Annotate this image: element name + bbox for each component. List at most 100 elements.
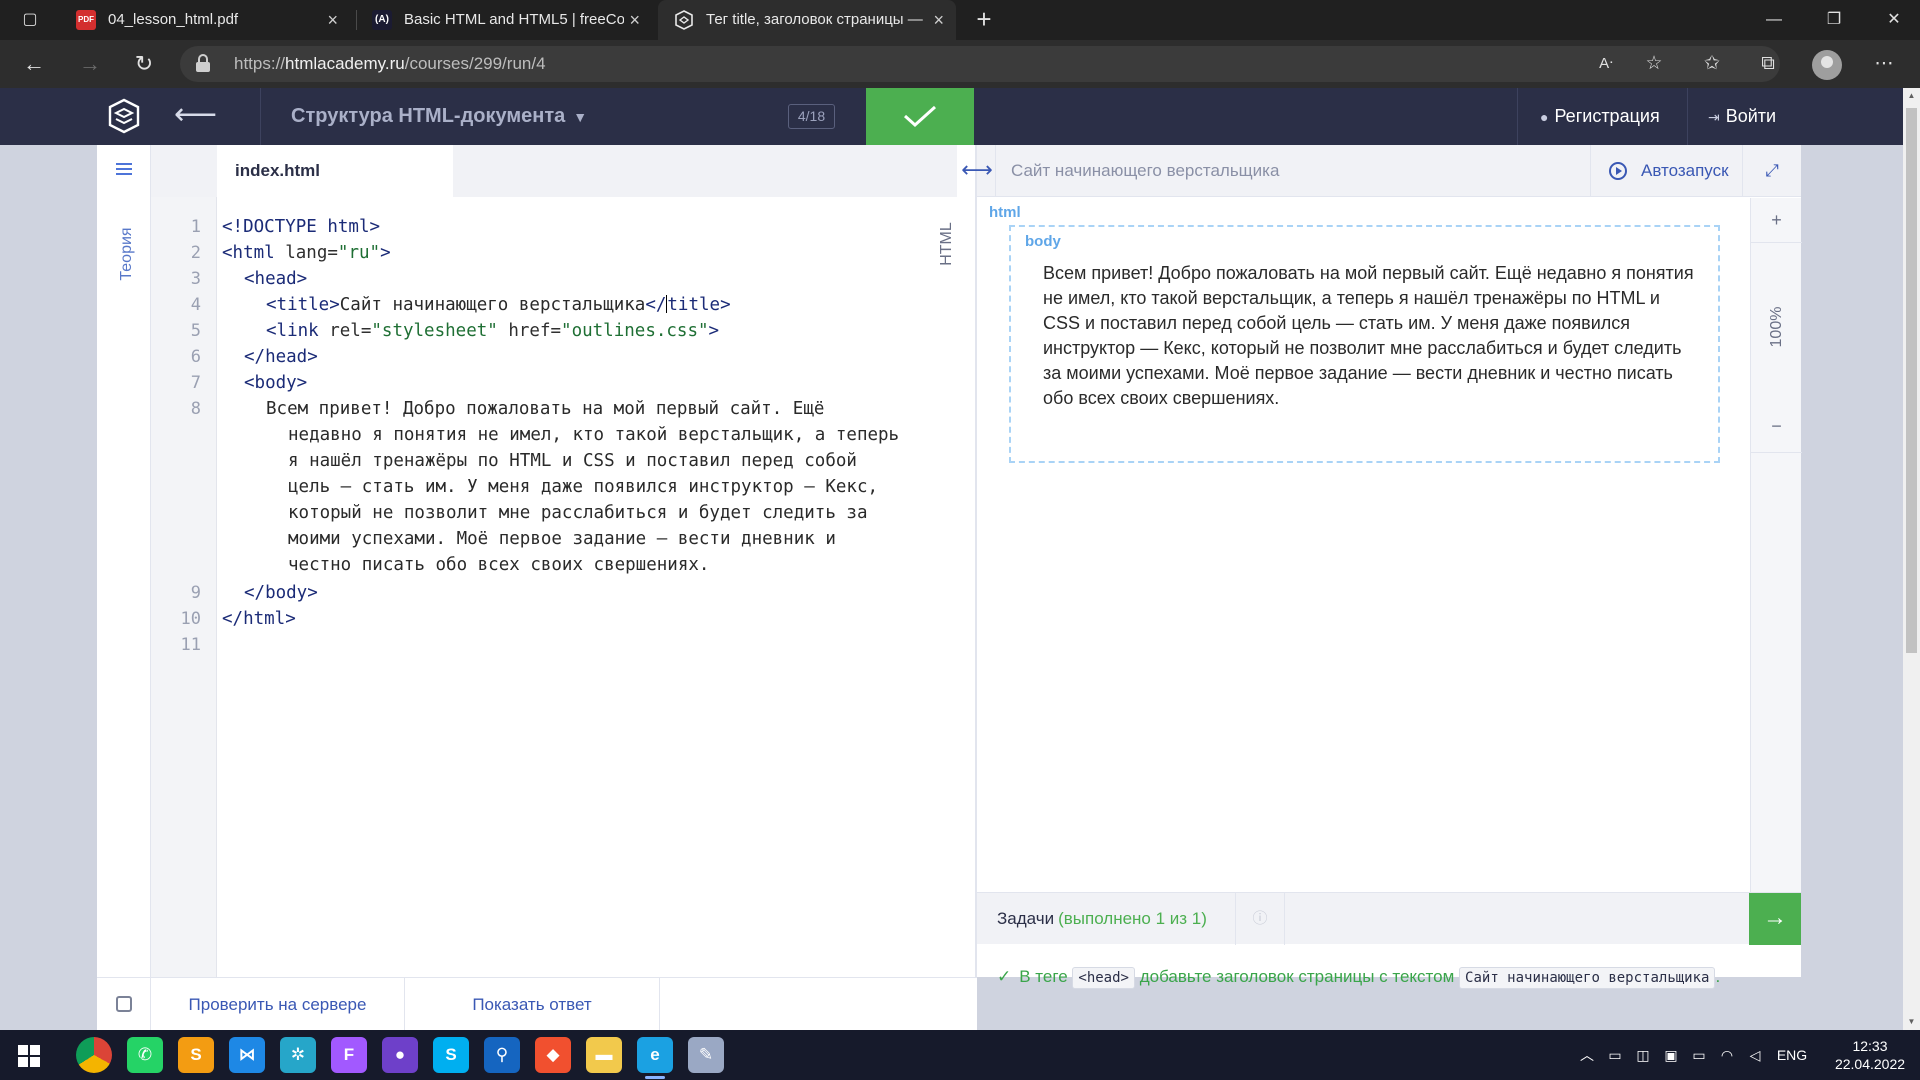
login-link[interactable]: ⇥ Войти	[1708, 88, 1776, 145]
scroll-down-icon[interactable]: ▼	[1903, 1014, 1920, 1030]
tag: <head>	[244, 269, 308, 289]
vscode-icon[interactable]: ⋈	[229, 1037, 265, 1073]
expand-icon[interactable]: ⤢	[1742, 145, 1801, 197]
restore-button[interactable]: ❐	[1804, 0, 1864, 40]
line-number: 2	[190, 243, 201, 263]
address-toolbar: ← → ↻ https://htmlacademy.ru/courses/299…	[0, 40, 1920, 88]
theory-toggle[interactable]: Теория	[105, 215, 145, 295]
menu-icon[interactable]	[116, 163, 132, 176]
language-indicator[interactable]: ENG	[1772, 1030, 1812, 1080]
show-answer-button[interactable]: Показать ответ	[405, 978, 660, 1031]
figma-icon[interactable]: F	[331, 1037, 367, 1073]
edge-icon[interactable]: e	[637, 1037, 673, 1079]
url-scheme: https://	[234, 54, 286, 73]
maps-icon[interactable]: ⚲	[484, 1037, 520, 1073]
next-step-button[interactable]: →	[1749, 893, 1801, 945]
reload-icon[interactable]: ↻	[128, 48, 160, 80]
close-icon[interactable]: ×	[327, 0, 338, 40]
favorite-add-icon[interactable]: ☆	[1638, 48, 1670, 80]
check-on-server-button[interactable]: Проверить на сервере	[151, 978, 405, 1031]
scroll-up-icon[interactable]: ▲	[1903, 88, 1920, 104]
new-tab-button[interactable]: +	[966, 0, 1002, 40]
browser-tab-freecodecamp[interactable]: (A) Basic HTML and HTML5 | freeCodeCamp …	[356, 0, 652, 40]
check-button[interactable]	[866, 88, 974, 145]
battery-icon[interactable]: ▭	[1688, 1030, 1710, 1080]
close-icon[interactable]: ×	[629, 0, 640, 40]
favorites-icon[interactable]: ✩	[1696, 48, 1728, 80]
paint-icon[interactable]: ✎	[688, 1037, 724, 1073]
info-icon[interactable]: ⓘ	[1235, 893, 1285, 945]
tag: <body>	[244, 373, 308, 393]
volume-icon[interactable]: ◁	[1744, 1030, 1766, 1080]
zoom-out-button[interactable]: −	[1751, 408, 1802, 444]
preview-header: ⟷ Сайт начинающего верстальщика Автозапу…	[961, 145, 1801, 197]
url-host: htmlacademy.ru	[285, 54, 405, 73]
zoom-in-button[interactable]: +	[1751, 202, 1802, 238]
hint-icon[interactable]	[97, 978, 151, 1031]
tag: </	[645, 295, 667, 315]
check-icon: ✓	[997, 967, 1012, 986]
register-link[interactable]: ● Регистрация	[1540, 88, 1660, 145]
scrollbar-thumb[interactable]	[1906, 108, 1917, 653]
close-icon[interactable]: ×	[933, 0, 944, 40]
git-icon[interactable]: ◆	[535, 1037, 571, 1073]
whatsapp-icon[interactable]: ✆	[127, 1037, 163, 1073]
explorer-icon[interactable]: ▬	[586, 1037, 622, 1073]
address-bar[interactable]: https://htmlacademy.ru/courses/299/run/4…	[180, 46, 1780, 82]
attr: href=	[497, 321, 562, 341]
windows-start-icon[interactable]	[18, 1045, 40, 1067]
code-line: <body>	[244, 373, 307, 393]
course-title-dropdown[interactable]: Структура HTML-документа ▼	[291, 88, 587, 145]
code-area[interactable]: <!DOCTYPE html> <html lang="ru"> <head> …	[222, 197, 942, 927]
htmlacademy-icon	[674, 10, 694, 30]
attr: rel=	[329, 321, 372, 341]
wifi-icon[interactable]: ◠	[1716, 1030, 1738, 1080]
network-device-icon[interactable]: ▭	[1604, 1030, 1626, 1080]
task-text: .	[1715, 967, 1721, 986]
url-text[interactable]: https://htmlacademy.ru/courses/299/run/4	[234, 46, 546, 82]
page-scrollbar[interactable]: ▲ ▼	[1903, 88, 1920, 1030]
line-number: 7	[190, 373, 201, 393]
back-icon[interactable]: ←	[18, 48, 50, 80]
line-number: 3	[190, 269, 201, 289]
forward-icon[interactable]: →	[74, 48, 106, 80]
language-label: HTML	[937, 215, 957, 275]
chrome-icon[interactable]	[76, 1037, 112, 1073]
browser-tab-htmlacademy[interactable]: Тег title, заголовок страницы — HTML Aca…	[658, 0, 956, 40]
code-line: <title>Сайт начинающего верстальщика</ti…	[266, 295, 731, 315]
system-clock[interactable]: 12:33 22.04.2022	[1828, 1037, 1912, 1073]
tasks-label: Задачи	[997, 909, 1055, 928]
line-number-gutter: 1 2 3 4 5 6 7 8 9 10 11	[151, 197, 217, 977]
site-header: ⟵ Структура HTML-документа ▼ 4/18 ● Регист…	[0, 88, 1903, 145]
body-outline-label: body	[1025, 233, 1061, 250]
profile-avatar[interactable]	[1812, 50, 1842, 80]
sublime-icon[interactable]: S	[178, 1037, 214, 1073]
course-title: Структура HTML-документа	[291, 105, 566, 127]
editor-tab-bar: index.html	[151, 145, 957, 197]
resize-handle-icon[interactable]: ⟷	[957, 145, 997, 197]
code-line: <!DOCTYPE html>	[222, 217, 380, 237]
skype-icon[interactable]: S	[433, 1037, 469, 1073]
display-icon[interactable]: ▣	[1660, 1030, 1682, 1080]
tab-actions-icon[interactable]: ▢	[20, 10, 40, 30]
lock-icon[interactable]	[196, 54, 210, 72]
collections-icon[interactable]: ⧉	[1752, 48, 1784, 80]
browser-tab-pdf[interactable]: PDF 04_lesson_html.pdf ×	[60, 0, 350, 40]
login-icon: ⇥	[1708, 109, 1720, 125]
more-menu-icon[interactable]: ⋯	[1868, 48, 1900, 80]
htmlacademy-logo[interactable]	[108, 98, 140, 134]
back-to-course-icon[interactable]: ⟵	[174, 88, 234, 145]
app-blue-icon[interactable]: ✲	[280, 1037, 316, 1073]
task-text: добавьте заголовок страницы с текстом	[1139, 967, 1455, 986]
camera-icon[interactable]: ◫	[1632, 1030, 1654, 1080]
read-aloud-icon[interactable]: Aᐧ	[1590, 48, 1622, 80]
preview-pane: ⟷ Сайт начинающего верстальщика Автозапу…	[961, 145, 1802, 989]
close-window-button[interactable]: ✕	[1864, 0, 1920, 40]
theory-label: Теория	[118, 227, 135, 281]
autorun-toggle[interactable]: Автозапуск	[1590, 145, 1742, 197]
file-tab-index-html[interactable]: index.html	[217, 145, 453, 197]
chevron-up-icon[interactable]: ︿	[1576, 1030, 1598, 1080]
chevron-down-icon: ▼	[573, 109, 588, 125]
github-icon[interactable]: ●	[382, 1037, 418, 1073]
minimize-button[interactable]: —	[1744, 0, 1804, 40]
